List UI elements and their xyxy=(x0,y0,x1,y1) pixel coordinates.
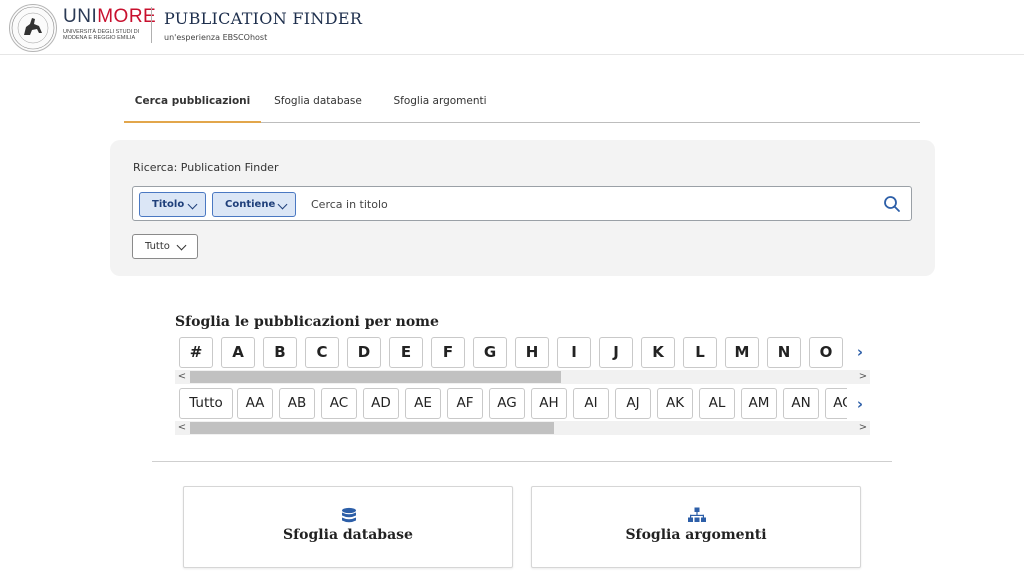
tab-sfoglia-database[interactable]: Sfoglia database xyxy=(261,88,375,123)
tab-cerca-pubblicazioni[interactable]: Cerca pubblicazioni xyxy=(124,88,261,123)
university-seal-icon xyxy=(9,4,57,52)
header-divider xyxy=(151,7,152,43)
scroll-right-arrow-icon[interactable]: > xyxy=(856,370,870,384)
card-sfoglia-argomenti[interactable]: Sfoglia argomenti xyxy=(531,486,861,568)
letter-button-i[interactable]: I xyxy=(557,337,591,368)
letter-strip: # A B C D E F G H I J K L M N O xyxy=(175,336,847,372)
letter-button-m[interactable]: M xyxy=(725,337,759,368)
chevron-down-icon xyxy=(277,199,288,210)
pair-button-ac[interactable]: AC xyxy=(321,388,357,419)
letters-scrollbar-thumb[interactable] xyxy=(190,371,561,383)
unimore-logo[interactable]: UNIMORE Università degli Studi di Modena… xyxy=(63,6,157,42)
pair-button-aj[interactable]: AJ xyxy=(615,388,651,419)
hierarchy-icon xyxy=(687,506,707,526)
operator-select-contiene[interactable]: Contiene xyxy=(212,192,296,217)
pair-button-an[interactable]: AN xyxy=(783,388,819,419)
search-input[interactable] xyxy=(311,193,871,215)
letter-button-g[interactable]: G xyxy=(473,337,507,368)
letter-button-n[interactable]: N xyxy=(767,337,801,368)
pair-button-af[interactable]: AF xyxy=(447,388,483,419)
pair-button-aa[interactable]: AA xyxy=(237,388,273,419)
page-subtitle: un'esperienza EBSCOhost xyxy=(164,33,268,42)
letters-scrollbar[interactable]: < > xyxy=(175,370,870,384)
pairs-scrollbar-thumb[interactable] xyxy=(190,422,554,434)
pair-button-ae[interactable]: AE xyxy=(405,388,441,419)
chevron-down-icon xyxy=(176,240,187,251)
letter-button-b[interactable]: B xyxy=(263,337,297,368)
letter-button-d[interactable]: D xyxy=(347,337,381,368)
pair-button-am[interactable]: AM xyxy=(741,388,777,419)
letter-button-hash[interactable]: # xyxy=(179,337,213,368)
app-header: UNIMORE Università degli Studi di Modena… xyxy=(0,0,1024,55)
pairs-scrollbar[interactable]: < > xyxy=(175,421,870,435)
chevron-down-icon xyxy=(187,199,198,210)
brand-subtitle: Università degli Studi di Modena e Reggi… xyxy=(63,29,140,41)
operator-select-label: Contiene xyxy=(225,199,276,210)
search-panel-label: Ricerca: Publication Finder xyxy=(133,161,279,174)
database-icon xyxy=(339,506,359,526)
pair-button-al[interactable]: AL xyxy=(699,388,735,419)
letter-button-k[interactable]: K xyxy=(641,337,675,368)
search-bar: Titolo Contiene xyxy=(132,186,912,221)
search-icon[interactable] xyxy=(881,193,903,215)
pair-button-ak[interactable]: AK xyxy=(657,388,693,419)
pair-button-ab[interactable]: AB xyxy=(279,388,315,419)
letters-next-arrow-icon[interactable]: › xyxy=(853,343,867,361)
pair-button-tutto[interactable]: Tutto xyxy=(179,388,233,419)
letter-button-a[interactable]: A xyxy=(221,337,255,368)
pair-button-ai[interactable]: AI xyxy=(573,388,609,419)
card-label: Sfoglia database xyxy=(283,527,413,543)
section-divider xyxy=(152,461,892,462)
filter-select-label: Tutto xyxy=(145,241,170,252)
field-select-titolo[interactable]: Titolo xyxy=(139,192,206,217)
letter-button-h[interactable]: H xyxy=(515,337,549,368)
card-sfoglia-database[interactable]: Sfoglia database xyxy=(183,486,513,568)
scroll-left-arrow-icon[interactable]: < xyxy=(175,370,189,384)
pair-button-ah[interactable]: AH xyxy=(531,388,567,419)
brand-name: UNIMORE xyxy=(63,6,157,27)
letter-button-j[interactable]: J xyxy=(599,337,633,368)
main-tabs: Cerca pubblicazioni Sfoglia database Sfo… xyxy=(124,88,920,123)
field-select-label: Titolo xyxy=(152,199,185,210)
letter-button-e[interactable]: E xyxy=(389,337,423,368)
pair-button-ag[interactable]: AG xyxy=(489,388,525,419)
scroll-right-arrow-icon[interactable]: > xyxy=(856,421,870,435)
scroll-left-arrow-icon[interactable]: < xyxy=(175,421,189,435)
browse-title: Sfoglia le pubblicazioni per nome xyxy=(175,314,439,330)
pair-strip: TuttoAAABACADAEAFAGAHAIAJAKALAMANAO xyxy=(175,387,847,423)
letter-button-o[interactable]: O xyxy=(809,337,843,368)
page-title: PUBLICATION FINDER xyxy=(164,9,363,28)
pairs-next-arrow-icon[interactable]: › xyxy=(853,395,867,413)
pair-button-ao[interactable]: AO xyxy=(825,388,847,419)
letter-button-f[interactable]: F xyxy=(431,337,465,368)
pair-button-ad[interactable]: AD xyxy=(363,388,399,419)
filter-select-tutto[interactable]: Tutto xyxy=(132,234,198,259)
card-label: Sfoglia argomenti xyxy=(625,527,767,543)
search-panel: Ricerca: Publication Finder Titolo Conti… xyxy=(110,140,935,276)
letter-button-l[interactable]: L xyxy=(683,337,717,368)
letter-button-c[interactable]: C xyxy=(305,337,339,368)
tab-sfoglia-argomenti[interactable]: Sfoglia argomenti xyxy=(384,88,496,123)
